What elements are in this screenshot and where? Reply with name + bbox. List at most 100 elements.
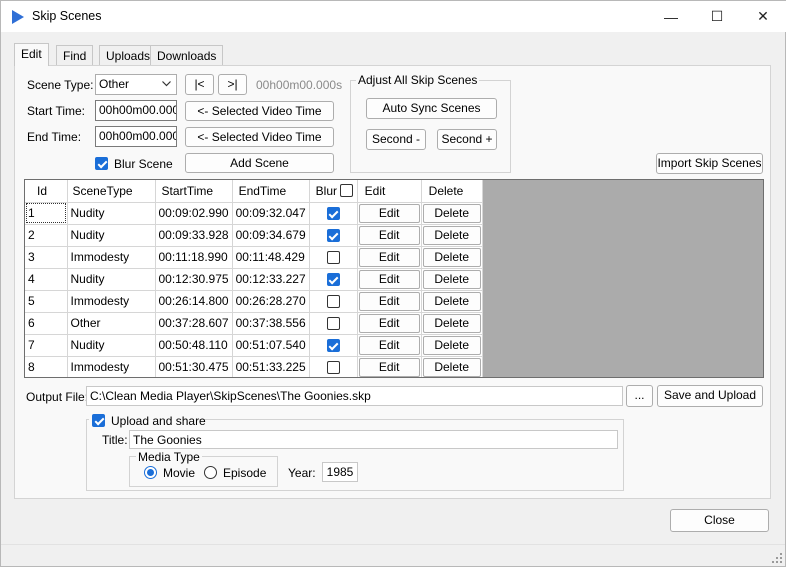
cell-end-time[interactable]: 00:51:33.225 [232,356,310,377]
cell-start-time[interactable]: 00:12:30.975 [155,268,233,291]
row-blur-checkbox[interactable] [326,339,340,352]
cell-scene-type[interactable]: Immodesty [67,246,156,269]
cell-scene-type[interactable]: Nudity [67,202,156,225]
jump-first-button[interactable]: |< [185,74,214,95]
cell-start-time[interactable]: 00:26:14.800 [155,290,233,313]
cell-start-time[interactable]: 00:50:48.110 [155,334,233,357]
cell-id[interactable]: 3 [25,246,68,269]
tab-find[interactable]: Find [56,45,94,65]
row-edit-button[interactable]: Edit [358,357,420,377]
table-row[interactable]: 3 Immodesty 00:11:18.990 00:11:48.429 Edit De… [25,246,483,269]
row-blur-checkbox[interactable] [326,207,340,220]
cell-scene-type[interactable]: Nudity [67,224,156,247]
column-header-scenetype[interactable]: SceneType [67,180,156,203]
row-edit-button[interactable]: Edit [358,313,420,333]
second-minus-button[interactable]: Second - [366,129,426,150]
import-skip-scenes-button[interactable]: Import Skip Scenes [656,153,763,174]
cell-start-time[interactable]: 00:11:18.990 [155,246,233,269]
row-blur-checkbox[interactable] [326,361,340,374]
movie-radio[interactable] [144,466,157,479]
row-edit-button[interactable]: Edit [358,247,420,267]
row-edit-button[interactable]: Edit [358,269,420,289]
blur-all-checkbox[interactable] [339,184,353,197]
column-header-delete[interactable]: Delete [421,180,483,203]
second-plus-button[interactable]: Second + [437,129,497,150]
cell-end-time[interactable]: 00:51:07.540 [232,334,310,357]
cell-end-time[interactable]: 00:09:32.047 [232,202,310,225]
column-header-id[interactable]: Id [25,180,68,203]
upload-and-share-checkbox[interactable] [92,414,105,427]
cell-id[interactable]: 5 [25,290,68,313]
auto-sync-scenes-button[interactable]: Auto Sync Scenes [366,98,497,119]
cell-end-time[interactable]: 00:37:38.556 [232,312,310,335]
cell-scene-type[interactable]: Other [67,312,156,335]
output-file-field[interactable]: C:\Clean Media Player\SkipScenes\The Goo… [86,386,623,406]
episode-radio[interactable] [204,466,217,479]
cell-id[interactable]: 7 [25,334,68,357]
row-edit-button[interactable]: Edit [358,335,420,355]
row-delete-button[interactable]: Delete [422,269,481,289]
row-blur-checkbox[interactable] [326,273,340,286]
table-row[interactable]: 7 Nudity 00:50:48.110 00:51:07.540 Edit Delet… [25,334,483,357]
cell-id[interactable]: 4 [25,268,68,291]
cell-end-time[interactable]: 00:12:33.227 [232,268,310,291]
end-selected-video-time-button[interactable]: <- Selected Video Time [185,127,334,147]
cell-scene-type[interactable]: Immodesty [67,290,156,313]
table-row[interactable]: 6 Other 00:37:28.607 00:37:38.556 Edit Delete [25,312,483,335]
table-row[interactable]: 8 Immodesty 00:51:30.475 00:51:33.225 Edit De… [25,356,483,377]
row-delete-button[interactable]: Delete [422,247,481,267]
column-header-blur[interactable]: Blur [309,180,358,203]
browse-button[interactable]: ... [626,385,653,407]
cell-start-time[interactable]: 00:09:02.990 [155,202,233,225]
resize-grip-icon[interactable] [771,552,783,564]
cell-id[interactable]: 6 [25,312,68,335]
cell-start-time[interactable]: 00:51:30.475 [155,356,233,377]
close-window-button[interactable]: ✕ [740,1,786,32]
tab-downloads[interactable]: Downloads [150,45,224,65]
cell-end-time[interactable]: 00:11:48.429 [232,246,310,269]
table-row[interactable]: 5 Immodesty 00:26:14.800 00:26:28.270 Edit De… [25,290,483,313]
row-edit-button[interactable]: Edit [358,203,420,223]
row-delete-button[interactable]: Delete [422,357,481,377]
cell-end-time[interactable]: 00:26:28.270 [232,290,310,313]
scene-type-dropdown[interactable]: Other [95,74,177,95]
cell-id[interactable]: 1 [25,202,68,225]
row-delete-button[interactable]: Delete [422,313,481,333]
row-delete-button[interactable]: Delete [422,203,481,223]
close-button[interactable]: Close [670,509,769,532]
cell-start-time[interactable]: 00:37:28.607 [155,312,233,335]
table-row[interactable]: 2 Nudity 00:09:33.928 00:09:34.679 Edit Delet… [25,224,483,247]
cell-end-time[interactable]: 00:09:34.679 [232,224,310,247]
row-delete-button[interactable]: Delete [422,291,481,311]
table-row[interactable]: 1 Nudity 00:09:02.990 00:09:32.047 Edit Delet… [25,202,483,225]
column-header-endtime[interactable]: EndTime [232,180,310,203]
jump-last-button[interactable]: >| [218,74,247,95]
row-blur-checkbox[interactable] [326,317,340,330]
row-delete-button[interactable]: Delete [422,335,481,355]
blur-scene-checkbox[interactable] [95,157,108,170]
cell-id[interactable]: 8 [25,356,68,377]
row-delete-button[interactable]: Delete [422,225,481,245]
cell-scene-type[interactable]: Nudity [67,268,156,291]
cell-start-time[interactable]: 00:09:33.928 [155,224,233,247]
minimize-button[interactable]: — [648,1,694,32]
add-scene-button[interactable]: Add Scene [185,153,334,173]
tab-uploads[interactable]: Uploads [99,45,158,65]
cell-id[interactable]: 2 [25,224,68,247]
row-blur-checkbox[interactable] [326,251,340,264]
table-row[interactable]: 4 Nudity 00:12:30.975 00:12:33.227 Edit Delet… [25,268,483,291]
row-edit-button[interactable]: Edit [358,291,420,311]
tab-edit[interactable]: Edit [14,43,49,66]
start-selected-video-time-button[interactable]: <- Selected Video Time [185,101,334,121]
end-time-field[interactable]: 00h00m00.000s [95,126,177,147]
cell-scene-type[interactable]: Immodesty [67,356,156,377]
cell-scene-type[interactable]: Nudity [67,334,156,357]
column-header-edit[interactable]: Edit [357,180,422,203]
row-edit-button[interactable]: Edit [358,225,420,245]
column-header-starttime[interactable]: StartTime [155,180,233,203]
year-field[interactable]: 1985 [322,462,358,482]
title-field[interactable]: The Goonies [129,430,618,449]
start-time-field[interactable]: 00h00m00.000s [95,100,177,121]
save-and-upload-button[interactable]: Save and Upload [657,385,763,407]
maximize-button[interactable]: ☐ [694,1,740,32]
